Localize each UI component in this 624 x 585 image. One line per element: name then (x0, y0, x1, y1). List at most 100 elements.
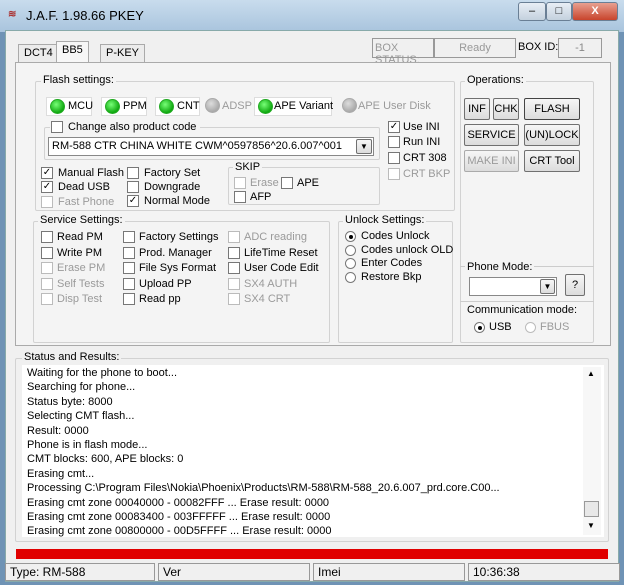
led-on-icon (258, 99, 273, 114)
scroll-down-icon[interactable]: ▼ (587, 521, 595, 530)
chevron-down-icon[interactable]: ▼ (356, 139, 372, 154)
inf-button[interactable]: INF (464, 98, 490, 120)
ape-user-disk-toggle[interactable]: APE User Disk (340, 97, 431, 116)
progress-bar (16, 549, 608, 559)
service-button[interactable]: SERVICE (464, 124, 519, 146)
checkbox (41, 262, 53, 274)
checkbox[interactable] (123, 231, 135, 243)
checkbox[interactable] (41, 246, 53, 259)
led-on-icon (105, 99, 120, 114)
checkbox[interactable]: ✓ (41, 181, 53, 193)
checkbox[interactable] (41, 231, 53, 243)
mcu-toggle[interactable]: MCU (46, 97, 94, 116)
led-off-icon (342, 98, 357, 113)
radio[interactable] (345, 271, 356, 283)
checkbox[interactable]: ✓ (41, 167, 53, 179)
skip-ape-label: APE (297, 177, 320, 189)
log-line: Waiting for the phone to boot... (27, 367, 178, 379)
cnt-toggle[interactable]: CNT (155, 97, 200, 116)
app-icon: ≋ (8, 9, 17, 20)
skip-title: SKIP (233, 161, 263, 173)
checkbox[interactable] (234, 191, 246, 203)
fast-phone-label: Fast Phone (58, 196, 115, 208)
crt-308-label: CRT 308 (403, 152, 447, 164)
ppm-label: PPM (123, 100, 147, 112)
checkbox[interactable]: ✓ (388, 121, 400, 133)
log-line: Processing C:\Program Files\Nokia\Phoeni… (27, 482, 500, 495)
service-option-label: Read PM (57, 231, 103, 243)
status-log[interactable]: Waiting for the phone to boot... Searchin… (22, 365, 604, 537)
led-on-icon (50, 99, 65, 114)
checkbox (41, 196, 53, 208)
chevron-down-icon[interactable]: ▼ (540, 279, 555, 294)
phone-mode-select[interactable]: ▼ (469, 277, 557, 296)
scroll-up-icon[interactable]: ▲ (587, 369, 595, 378)
tab-dct4[interactable]: DCT4 (18, 44, 59, 63)
log-line: Erasing cmt zone 00083400 - 003FFFFF ...… (27, 510, 331, 523)
checkbox[interactable] (123, 277, 135, 290)
checkbox[interactable] (228, 246, 240, 259)
product-code-value: RM-588 CTR CHINA WHITE CWM^0597856^20.6.… (52, 140, 342, 152)
checkbox[interactable] (127, 181, 139, 193)
minimize-button[interactable]: – (518, 2, 546, 21)
factory-set-label: Factory Set (144, 167, 201, 179)
operations-title: Operations: (465, 74, 526, 86)
unlock-option-label: Codes Unlock (361, 230, 430, 242)
status-time: 10:36:38 (468, 563, 620, 581)
checkbox[interactable]: ✓ (127, 195, 139, 207)
chk-button[interactable]: CHK (493, 98, 519, 120)
status-imei: Imei (313, 563, 465, 581)
progress-fill (16, 549, 608, 559)
radio[interactable] (474, 322, 485, 333)
checkbox[interactable] (123, 246, 135, 259)
service-option-label: SX4 CRT (244, 293, 291, 305)
radio[interactable] (345, 258, 356, 269)
checkbox[interactable] (388, 136, 400, 148)
tab-bb5[interactable]: BB5 (56, 41, 89, 63)
service-option-label: User Code Edit (244, 262, 319, 274)
unlock-button[interactable]: (UN)LOCK (524, 124, 580, 146)
product-code-select[interactable]: RM-588 CTR CHINA WHITE CWM^0597856^20.6.… (48, 137, 374, 156)
log-line: Erasing cmt zone 00800000 - 00D5FFFF ...… (27, 525, 332, 537)
box-id-label: BOX ID: (518, 41, 559, 53)
checkbox[interactable] (388, 152, 400, 164)
ape-variant-toggle[interactable]: APE Variant (254, 97, 333, 116)
title-bar: ≋ J.A.F. 1.98.66 PKEY – □ X (0, 0, 624, 32)
mcu-label: MCU (68, 100, 94, 112)
led-off-icon (205, 98, 220, 113)
crt-tool-button[interactable]: CRT Tool (524, 150, 580, 172)
window-title: J.A.F. 1.98.66 PKEY (26, 8, 144, 23)
tab-p-key[interactable]: P-KEY (100, 44, 146, 63)
change-code-row: Change also product code (50, 120, 200, 134)
service-option-label: Write PM (57, 246, 103, 259)
checkbox (41, 293, 53, 305)
use-ini-label: Use INI (403, 121, 440, 133)
radio (525, 322, 536, 333)
unlock-option-label: Restore Bkp (361, 270, 422, 283)
service-option-label: Factory Settings (139, 231, 219, 243)
radio[interactable] (345, 231, 356, 242)
flash-settings-title: Flash settings: (41, 74, 116, 86)
checkbox[interactable] (123, 293, 135, 305)
change-code-checkbox[interactable] (51, 121, 63, 133)
checkbox (41, 277, 53, 290)
checkbox[interactable] (228, 262, 240, 274)
phone-mode-title: Phone Mode: (465, 261, 535, 273)
checkbox[interactable] (281, 177, 293, 189)
phone-mode-help-button[interactable]: ? (565, 274, 585, 296)
maximize-button[interactable]: □ (546, 2, 572, 21)
checkbox (388, 168, 400, 180)
adsp-toggle[interactable]: ADSP (203, 97, 252, 116)
flash-button[interactable]: FLASH (524, 98, 580, 120)
scroll-thumb[interactable] (584, 501, 599, 517)
close-button[interactable]: X (572, 2, 618, 21)
log-line: CMT blocks: 600, APE blocks: 0 (27, 453, 184, 466)
checkbox[interactable] (123, 262, 135, 274)
service-option-label: Upload PP (139, 277, 192, 290)
radio[interactable] (345, 244, 356, 256)
checkbox[interactable] (127, 167, 139, 179)
ppm-toggle[interactable]: PPM (101, 97, 147, 116)
log-line: Result: 0000 (27, 424, 89, 437)
log-scrollbar[interactable]: ▲ ▼ (583, 367, 601, 535)
manual-flash-label: Manual Flash (58, 167, 125, 179)
